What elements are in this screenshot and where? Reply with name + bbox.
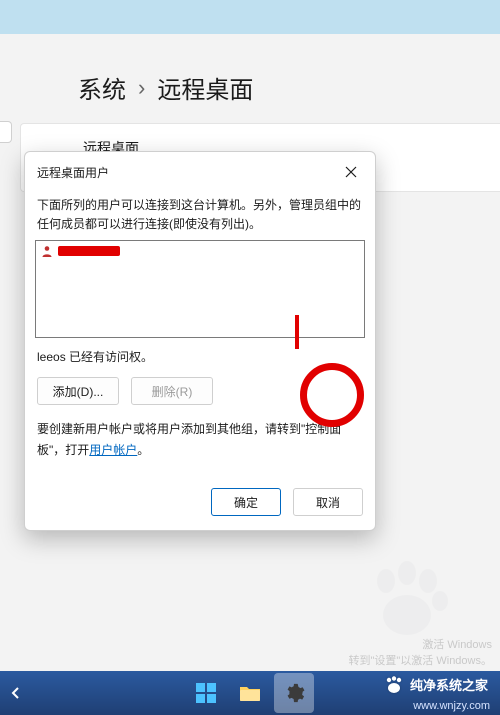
ok-button[interactable]: 确定: [211, 488, 281, 516]
window-titlebar: [0, 0, 500, 34]
windows-logo-icon: [195, 682, 217, 704]
dialog-titlebar: 远程桌面用户: [25, 152, 375, 192]
close-button[interactable]: [337, 158, 365, 186]
settings-app-button[interactable]: [274, 673, 314, 713]
user-icon: [40, 244, 54, 258]
remove-button: 删除(R): [131, 377, 213, 405]
redacted-username: [58, 246, 120, 256]
activation-watermark: 激活 Windows 转到"设置"以激活 Windows。: [349, 638, 493, 669]
list-item[interactable]: [40, 244, 360, 258]
taskbar[interactable]: 纯净系统之家 www.wnjzy.com: [0, 671, 500, 715]
start-button[interactable]: [186, 673, 226, 713]
folder-icon: [239, 684, 261, 702]
annotation-circle: [300, 363, 364, 427]
taskbar-chevron-icon[interactable]: [6, 686, 26, 700]
cancel-button[interactable]: 取消: [293, 488, 363, 516]
breadcrumb-separator: ›: [138, 75, 145, 101]
breadcrumb-part-system[interactable]: 系统: [78, 70, 126, 105]
hint-text-before: 要创建新用户帐户或将用户添加到其他组，请转到"控制面板"，打开: [37, 422, 341, 456]
hint-text-after: 。: [137, 443, 149, 457]
brand-text: 纯净系统之家: [410, 675, 488, 694]
paw-icon: [384, 676, 404, 694]
left-edge-clip: [0, 121, 12, 143]
user-list[interactable]: [35, 240, 365, 338]
gear-icon: [283, 682, 305, 704]
dialog-description: 下面所列的用户可以连接到这台计算机。另外，管理员组中的任何成员都可以进行连接(即…: [35, 196, 365, 240]
paw-watermark: [362, 561, 452, 641]
brand-watermark: 纯净系统之家: [384, 675, 488, 694]
file-explorer-button[interactable]: [230, 673, 270, 713]
close-icon: [345, 166, 357, 178]
brand-url: www.wnjzy.com: [413, 700, 490, 712]
add-button[interactable]: 添加(D)...: [37, 377, 119, 405]
user-accounts-link[interactable]: 用户帐户: [89, 443, 137, 457]
breadcrumb-part-remote-desktop: 远程桌面: [157, 70, 253, 105]
annotation-line: [295, 315, 299, 349]
activation-line1: 激活 Windows: [349, 638, 493, 653]
remote-desktop-users-dialog: 远程桌面用户 下面所列的用户可以连接到这台计算机。另外，管理员组中的任何成员都可…: [24, 151, 376, 531]
dialog-title: 远程桌面用户: [37, 164, 109, 181]
breadcrumb: 系统 › 远程桌面: [0, 34, 500, 123]
activation-line2: 转到"设置"以激活 Windows。: [349, 654, 493, 669]
